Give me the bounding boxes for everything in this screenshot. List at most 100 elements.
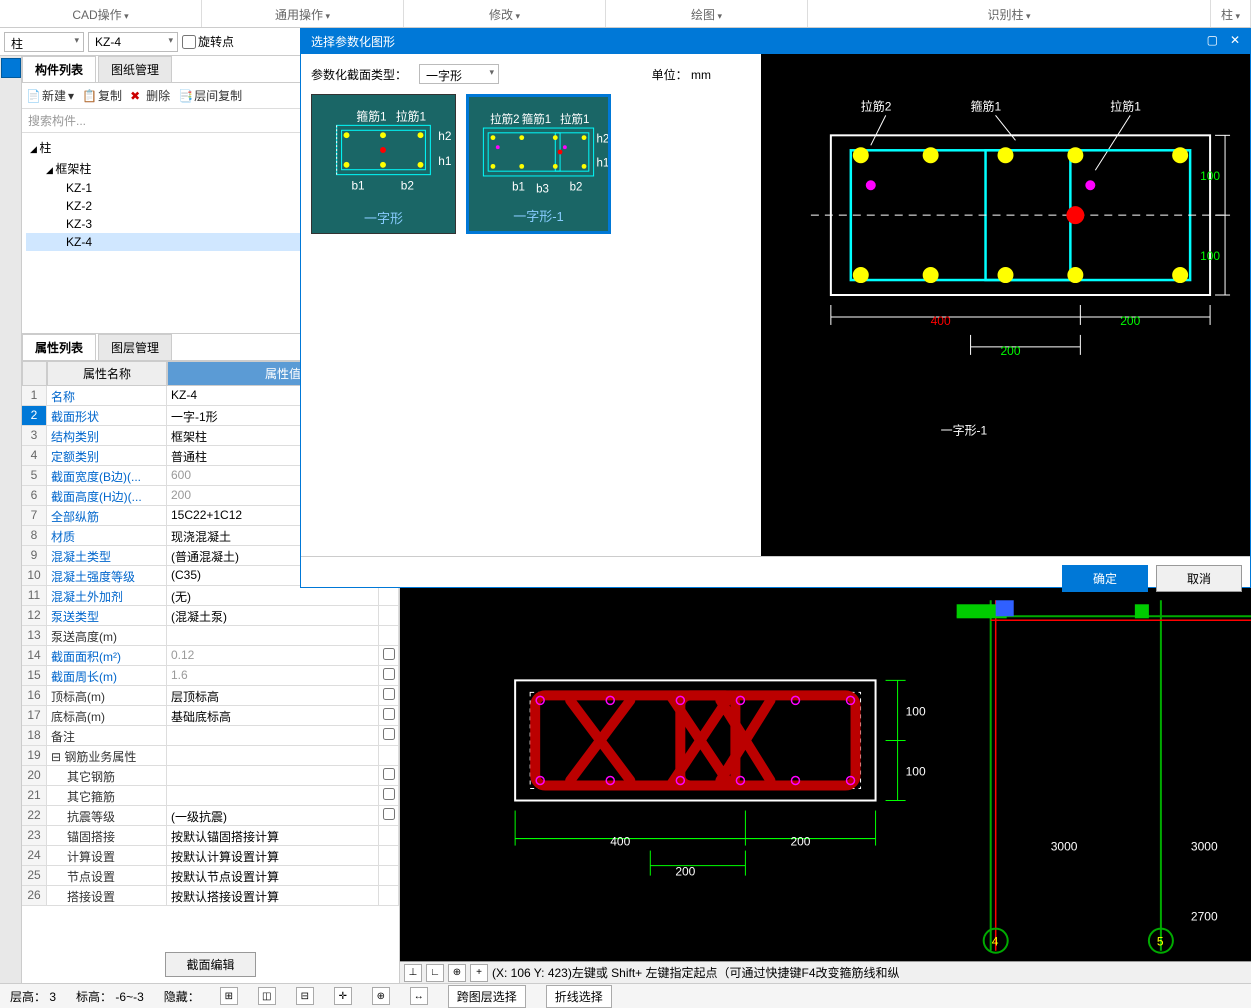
svg-text:箍筋1: 箍筋1: [522, 112, 551, 126]
shape-option-2[interactable]: 拉筋2箍筋1拉筋1 b1b3b2 h2h1 一字形-1: [466, 94, 611, 234]
delete-icon: ✖: [130, 89, 144, 103]
svg-text:拉筋1: 拉筋1: [1110, 98, 1141, 113]
prop-row[interactable]: 22抗震等级(一级抗震): [22, 806, 399, 826]
svg-text:h2: h2: [438, 129, 451, 143]
close-icon[interactable]: ✕: [1230, 33, 1240, 50]
floor-copy-button[interactable]: 📑层间复制: [178, 87, 242, 104]
svg-text:b2: b2: [401, 178, 414, 192]
tab-paper-mgmt[interactable]: 图纸管理: [98, 56, 172, 82]
svg-text:200: 200: [1001, 344, 1021, 358]
svg-text:100: 100: [906, 704, 926, 718]
svg-text:4: 4: [992, 935, 999, 949]
prop-row[interactable]: 20其它钢筋: [22, 766, 399, 786]
polyline-select-button[interactable]: 折线选择: [546, 985, 612, 1008]
copy-icon: 📋: [82, 89, 96, 103]
tab-member-list[interactable]: 构件列表: [22, 56, 96, 82]
ribbon: CAD操作 通用操作 修改 绘图 识别柱 柱: [0, 0, 1251, 28]
unit-value: mm: [691, 68, 711, 82]
prop-row[interactable]: 17底标高(m)基础底标高: [22, 706, 399, 726]
cancel-button[interactable]: 取消: [1156, 565, 1242, 592]
ok-button[interactable]: 确定: [1062, 565, 1148, 592]
prop-row[interactable]: 23锚固搭接按默认锚固搭接计算: [22, 826, 399, 846]
snap-btn-2[interactable]: ∟: [426, 964, 444, 982]
svg-text:b2: b2: [570, 181, 583, 193]
prop-row[interactable]: 14截面面积(m²)0.12: [22, 646, 399, 666]
section-type-combo[interactable]: 一字形: [419, 64, 499, 84]
ribbon-col[interactable]: 柱: [1211, 0, 1251, 27]
prop-row[interactable]: 25节点设置按默认节点设置计算: [22, 866, 399, 886]
new-icon: 📄: [26, 89, 40, 103]
tab-layers[interactable]: 图层管理: [98, 334, 172, 360]
svg-text:箍筋1: 箍筋1: [356, 109, 386, 123]
sb-icon-1[interactable]: ⊞: [220, 987, 238, 1005]
svg-text:2700: 2700: [1191, 910, 1218, 924]
drawing-canvas[interactable]: 100 100 400 200 200 3000 3000 2700 4 5 ⊥…: [400, 588, 1251, 983]
svg-text:400: 400: [610, 835, 630, 849]
ribbon-common[interactable]: 通用操作: [202, 0, 404, 27]
tab-properties[interactable]: 属性列表: [22, 334, 96, 360]
ribbon-cad[interactable]: CAD操作: [0, 0, 202, 27]
svg-text:200: 200: [1120, 314, 1140, 328]
vert-tabs: [0, 56, 22, 983]
sb-icon-6[interactable]: ↔: [410, 987, 428, 1005]
svg-text:b3: b3: [536, 183, 549, 195]
ribbon-recognize[interactable]: 识别柱: [808, 0, 1211, 27]
coord-status: (X: 106 Y: 423)左键或 Shift+ 左键指定起点（可通过快捷键F…: [492, 964, 900, 981]
svg-text:b1: b1: [512, 181, 525, 193]
svg-text:h2: h2: [596, 133, 608, 145]
svg-text:100: 100: [906, 764, 926, 778]
canvas-statusbar: ⊥ ∟ ⊕ + (X: 106 Y: 423)左键或 Shift+ 左键指定起点…: [400, 961, 1251, 983]
svg-text:5: 5: [1157, 935, 1164, 949]
floor-copy-icon: 📑: [178, 89, 192, 103]
prop-row[interactable]: 12泵送类型(混凝土泵): [22, 606, 399, 626]
prop-row[interactable]: 18备注: [22, 726, 399, 746]
copy-button[interactable]: 📋复制: [82, 87, 122, 104]
prop-row[interactable]: 21其它箍筋: [22, 786, 399, 806]
snap-btn-1[interactable]: ⊥: [404, 964, 422, 982]
section-edit-button[interactable]: 截面编辑: [165, 952, 255, 977]
prop-row[interactable]: 16顶标高(m)层顶标高: [22, 686, 399, 706]
svg-text:拉筋1: 拉筋1: [560, 112, 589, 126]
sb-icon-3[interactable]: ⊟: [296, 987, 314, 1005]
prop-row[interactable]: 13泵送高度(m): [22, 626, 399, 646]
minimize-icon[interactable]: ▢: [1207, 33, 1218, 50]
svg-text:拉筋1: 拉筋1: [396, 109, 426, 123]
prop-row[interactable]: 26搭接设置按默认搭接设置计算: [22, 886, 399, 906]
prop-row[interactable]: 15截面周长(m)1.6: [22, 666, 399, 686]
dialog-titlebar[interactable]: 选择参数化图形 ▢ ✕: [301, 29, 1250, 54]
member-combo[interactable]: KZ-4: [88, 32, 178, 52]
type-combo[interactable]: 柱: [4, 32, 84, 52]
ribbon-modify[interactable]: 修改: [404, 0, 606, 27]
new-button[interactable]: 📄新建 ▾: [26, 87, 74, 104]
shape-option-1[interactable]: 箍筋1拉筋1 b1b2 h2h1 一字形: [311, 94, 456, 234]
unit-label: 单位：: [652, 68, 688, 82]
rotate-point-check[interactable]: 旋转点: [182, 33, 234, 50]
sb-icon-5[interactable]: ⊕: [372, 987, 390, 1005]
statusbar: 层高： 3 标高： -6~-3 隐藏： ⊞ ◫ ⊟ ✛ ⊕ ↔ 跨图层选择 折线…: [0, 983, 1251, 1008]
cross-layer-button[interactable]: 跨图层选择: [448, 985, 526, 1008]
svg-text:h1: h1: [596, 157, 608, 169]
svg-text:箍筋1: 箍筋1: [971, 98, 1002, 113]
svg-text:3000: 3000: [1191, 840, 1218, 854]
svg-text:拉筋2: 拉筋2: [861, 98, 892, 113]
sb-icon-4[interactable]: ✛: [334, 987, 352, 1005]
svg-text:100: 100: [1200, 249, 1220, 263]
vert-tab-1[interactable]: [1, 58, 21, 78]
ribbon-draw[interactable]: 绘图: [606, 0, 808, 27]
preview-area: 拉筋2 箍筋1 拉筋1 100 100 400: [761, 54, 1250, 556]
snap-btn-3[interactable]: ⊕: [448, 964, 466, 982]
prop-row[interactable]: 19⊟ 钢筋业务属性: [22, 746, 399, 766]
svg-text:400: 400: [931, 314, 951, 328]
sb-icon-2[interactable]: ◫: [258, 987, 276, 1005]
prop-row[interactable]: 24计算设置按默认计算设置计算: [22, 846, 399, 866]
delete-button[interactable]: ✖删除: [130, 87, 170, 104]
svg-text:b1: b1: [351, 178, 364, 192]
svg-text:拉筋2: 拉筋2: [490, 112, 519, 126]
snap-btn-4[interactable]: +: [470, 964, 488, 982]
svg-text:3000: 3000: [1051, 840, 1078, 854]
svg-text:h1: h1: [438, 154, 451, 168]
type-label: 参数化截面类型：: [311, 66, 411, 83]
svg-text:200: 200: [790, 835, 810, 849]
svg-text:200: 200: [675, 865, 695, 879]
svg-text:100: 100: [1200, 169, 1220, 183]
